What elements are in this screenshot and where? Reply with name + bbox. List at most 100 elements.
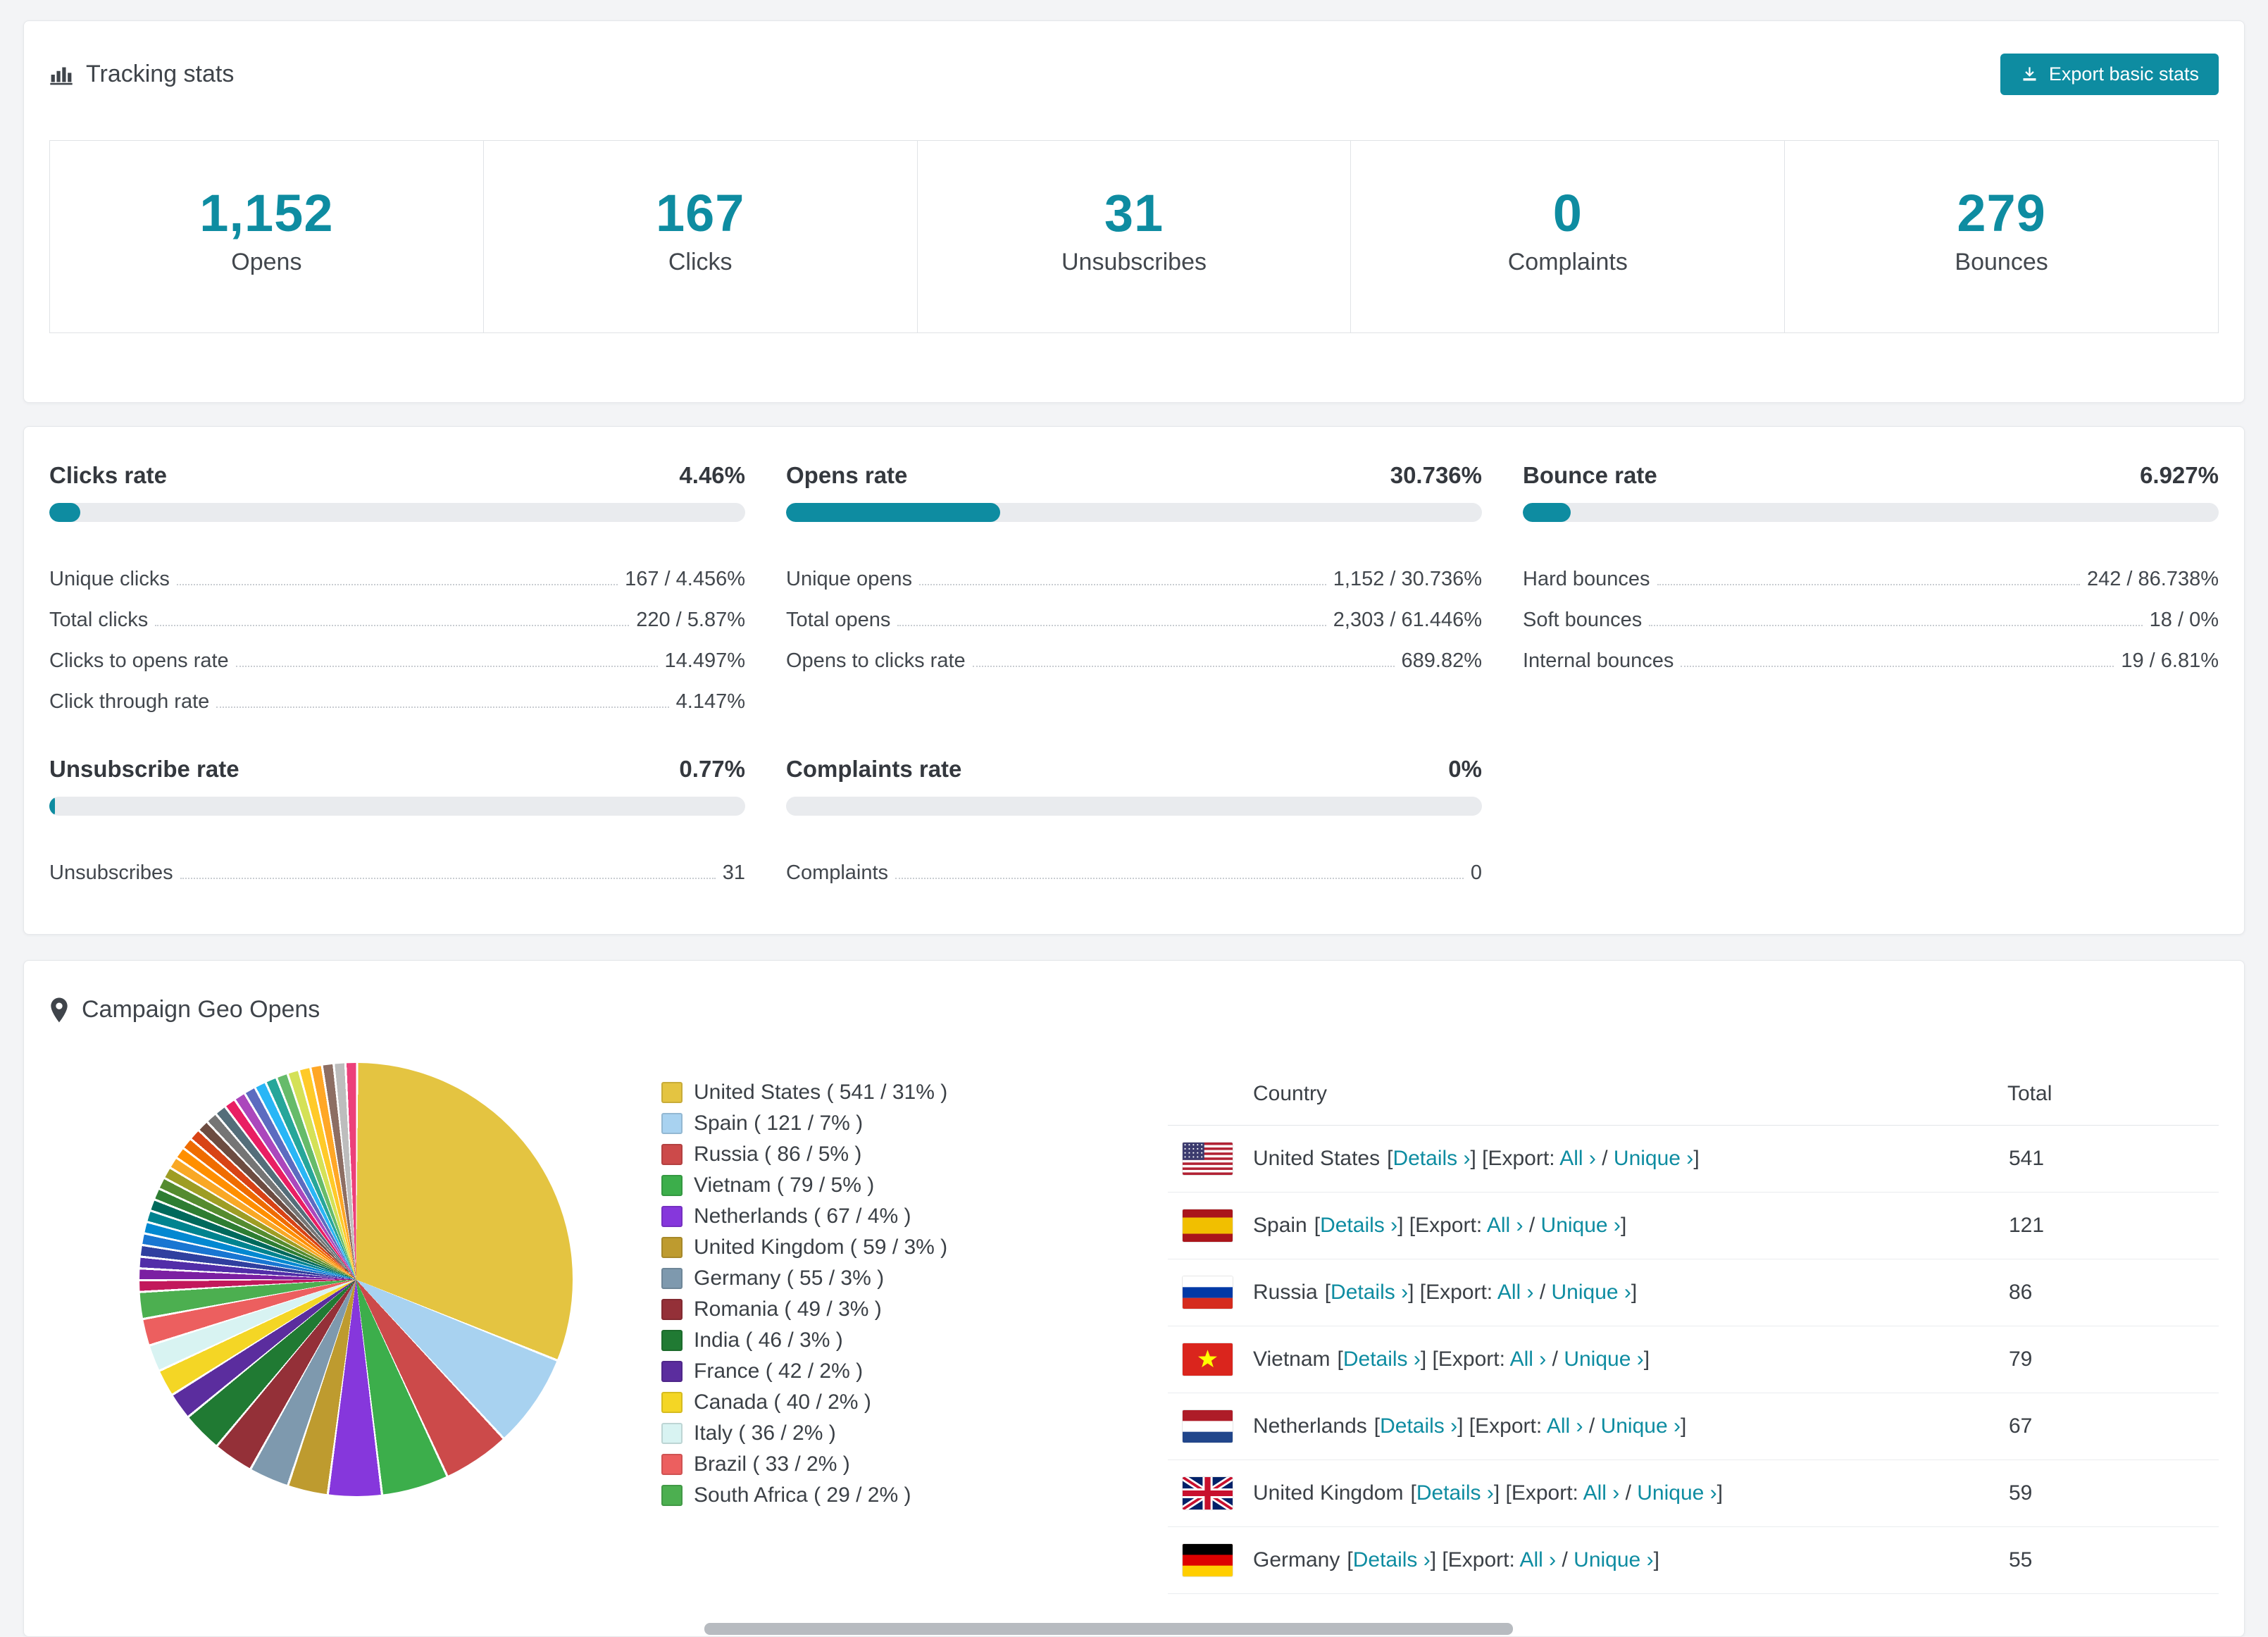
rate-row: Total clicks 220 / 5.87% bbox=[49, 591, 745, 632]
legend-item: Netherlands ( 67 / 4% ) bbox=[661, 1201, 999, 1232]
legend-item: South Africa ( 29 / 2% ) bbox=[661, 1480, 999, 1511]
export-all-link[interactable]: All › bbox=[1510, 1347, 1547, 1371]
rate-row-label: Total clicks bbox=[49, 609, 149, 632]
export-all-link[interactable]: All › bbox=[1559, 1147, 1596, 1170]
rate-row-value: 220 / 5.87% bbox=[636, 609, 745, 632]
export-unique-link[interactable]: Unique › bbox=[1564, 1347, 1643, 1371]
rate-section-complaints: Complaints rate 0% Complaints 0 bbox=[786, 756, 1482, 885]
location-pin-icon bbox=[49, 997, 69, 1023]
rate-value: 6.927% bbox=[2140, 462, 2219, 489]
dotted-leader bbox=[895, 878, 1464, 880]
stat-label: Clicks bbox=[668, 249, 733, 276]
rates-grid: Clicks rate 4.46% Unique clicks 167 / 4.4… bbox=[49, 462, 2219, 885]
export-unique-link[interactable]: Unique › bbox=[1601, 1414, 1681, 1438]
country-name: Netherlands bbox=[1253, 1414, 1367, 1438]
legend-swatch-icon bbox=[661, 1392, 683, 1414]
bar-chart-icon bbox=[49, 63, 73, 86]
geo-opens-title-text: Campaign Geo Opens bbox=[82, 996, 320, 1023]
geo-table-row: Netherlands [Details ›] [Export: All › / … bbox=[1168, 1393, 2219, 1461]
export-unique-link[interactable]: Unique › bbox=[1637, 1481, 1716, 1505]
flag-nl-icon bbox=[1183, 1409, 1233, 1443]
rate-row-value: 1,152 / 30.736% bbox=[1333, 568, 1482, 591]
rate-head: Unsubscribe rate 0.77% bbox=[49, 756, 745, 783]
export-all-link[interactable]: All › bbox=[1547, 1414, 1583, 1438]
tracking-stats-card: Tracking stats Export basic stats 1,152 O… bbox=[23, 20, 2245, 404]
export-all-link[interactable]: All › bbox=[1497, 1281, 1534, 1304]
geo-content: United States ( 541 / 31% ) Spain ( 121 /… bbox=[49, 1063, 2219, 1595]
legend-label: United Kingdom ( 59 / 3% ) bbox=[694, 1235, 948, 1259]
progress-fill bbox=[1523, 503, 1571, 523]
legend-swatch-icon bbox=[661, 1423, 683, 1445]
dotted-leader bbox=[1649, 625, 2143, 627]
rate-value: 0% bbox=[1448, 756, 1482, 783]
details-link[interactable]: Details › bbox=[1392, 1147, 1470, 1170]
legend-item: France ( 42 / 2% ) bbox=[661, 1356, 999, 1387]
rate-head: Bounce rate 6.927% bbox=[1523, 462, 2219, 489]
rate-value: 0.77% bbox=[679, 756, 745, 783]
horizontal-scrollbar-thumb[interactable] bbox=[704, 1623, 1513, 1635]
geo-table-row: United Kingdom [Details ›] [Export: All ›… bbox=[1168, 1459, 2219, 1528]
column-header-total: Total bbox=[2007, 1063, 2219, 1126]
details-link[interactable]: Details › bbox=[1331, 1281, 1408, 1304]
rate-row-value: 689.82% bbox=[1401, 649, 1483, 673]
tracking-stats-title: Tracking stats bbox=[49, 61, 234, 88]
details-link[interactable]: Details › bbox=[1320, 1214, 1397, 1237]
flag-gb-icon bbox=[1183, 1476, 1233, 1510]
rate-rows: Unique opens 1,152 / 30.736% Total opens 2,… bbox=[786, 550, 1482, 673]
geo-table-wrap: Country Total United States [Details ›] [… bbox=[1168, 1063, 2219, 1595]
rate-rows: Hard bounces 242 / 86.738% Soft bounces 18 … bbox=[1523, 550, 2219, 673]
legend-item: Italy ( 36 / 2% ) bbox=[661, 1418, 999, 1449]
legend-swatch-icon bbox=[661, 1206, 683, 1228]
export-all-link[interactable]: All › bbox=[1583, 1481, 1620, 1505]
export-unique-link[interactable]: Unique › bbox=[1552, 1281, 1631, 1304]
legend-label: Romania ( 49 / 3% ) bbox=[694, 1297, 882, 1321]
export-unique-link[interactable]: Unique › bbox=[1541, 1214, 1621, 1237]
row-total: 55 bbox=[2007, 1526, 2219, 1595]
rate-row-value: 4.147% bbox=[675, 690, 745, 714]
dotted-leader bbox=[918, 584, 1326, 586]
geo-opens-card: Campaign Geo Opens United States ( 541 /… bbox=[23, 960, 2245, 1637]
stat-label: Bounces bbox=[1955, 249, 2048, 276]
legend-label: Spain ( 121 / 7% ) bbox=[694, 1112, 864, 1135]
row-links: [Details ›] [Export: All › / Unique ›] bbox=[1410, 1481, 1724, 1505]
opens-rate-progress bbox=[786, 503, 1482, 523]
export-all-link[interactable]: All › bbox=[1519, 1548, 1556, 1571]
dotted-leader bbox=[897, 625, 1326, 627]
geo-table-header-row: Country Total bbox=[1168, 1063, 2219, 1126]
export-all-link[interactable]: All › bbox=[1487, 1214, 1524, 1237]
rate-row-label: Clicks to opens rate bbox=[49, 649, 229, 673]
complaints-rate-progress bbox=[786, 797, 1482, 816]
legend-label: India ( 46 / 3% ) bbox=[694, 1328, 843, 1352]
details-link[interactable]: Details › bbox=[1416, 1481, 1494, 1505]
stat-value: 279 bbox=[1957, 184, 2046, 242]
dotted-leader bbox=[180, 878, 716, 880]
row-total: 79 bbox=[2007, 1326, 2219, 1394]
details-link[interactable]: Details › bbox=[1353, 1548, 1431, 1571]
rate-title: Unsubscribe rate bbox=[49, 756, 239, 783]
rate-value: 30.736% bbox=[1390, 462, 1482, 489]
export-unique-link[interactable]: Unique › bbox=[1614, 1147, 1693, 1170]
export-unique-link[interactable]: Unique › bbox=[1574, 1548, 1653, 1571]
legend-label: Germany ( 55 / 3% ) bbox=[694, 1266, 885, 1290]
legend-swatch-icon bbox=[661, 1268, 683, 1290]
details-link[interactable]: Details › bbox=[1343, 1347, 1421, 1371]
geo-pie-chart bbox=[139, 1063, 573, 1497]
rate-row: Unsubscribes 31 bbox=[49, 844, 745, 885]
rate-title: Clicks rate bbox=[49, 462, 167, 489]
legend-swatch-icon bbox=[661, 1144, 683, 1166]
rate-row-value: 18 / 0% bbox=[2149, 609, 2219, 632]
rate-row-label: Opens to clicks rate bbox=[786, 649, 966, 673]
dotted-leader bbox=[155, 625, 630, 627]
geo-table-row: Vietnam [Details ›] [Export: All › / Uniq… bbox=[1168, 1326, 2219, 1394]
rate-row-label: Unique clicks bbox=[49, 568, 170, 591]
rate-value: 4.46% bbox=[679, 462, 745, 489]
rate-rows: Unsubscribes 31 bbox=[49, 844, 745, 885]
flag-vn-icon bbox=[1183, 1343, 1233, 1376]
legend-label: Netherlands ( 67 / 4% ) bbox=[694, 1205, 911, 1228]
country-name: Spain bbox=[1253, 1213, 1307, 1237]
stat-label: Unsubscribes bbox=[1061, 249, 1207, 276]
rate-row-label: Hard bounces bbox=[1523, 568, 1650, 591]
details-link[interactable]: Details › bbox=[1380, 1414, 1457, 1438]
export-basic-stats-button[interactable]: Export basic stats bbox=[2000, 54, 2219, 95]
legend-label: United States ( 541 / 31% ) bbox=[694, 1081, 948, 1104]
